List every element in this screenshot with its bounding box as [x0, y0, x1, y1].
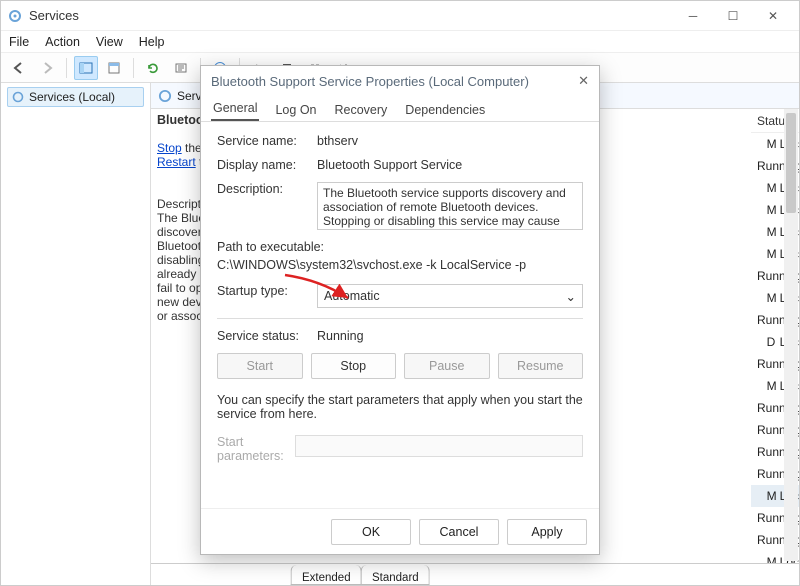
menu-action[interactable]: Action — [45, 35, 80, 49]
restart-link[interactable]: Restart — [157, 155, 196, 169]
tab-dependencies[interactable]: Dependencies — [403, 99, 487, 121]
dialog-title: Bluetooth Support Service Properties (Lo… — [211, 74, 529, 89]
separator — [66, 58, 67, 78]
gear-icon — [7, 8, 23, 24]
startup-type-label: Startup type: — [217, 284, 317, 308]
vertical-scrollbar[interactable] — [784, 109, 798, 561]
maximize-button[interactable]: ☐ — [713, 2, 753, 30]
tab-standard[interactable]: Standard — [361, 565, 430, 585]
display-name-label: Display name: — [217, 158, 317, 172]
menu-help[interactable]: Help — [139, 35, 165, 49]
menu-view[interactable]: View — [96, 35, 123, 49]
stop-button[interactable]: Stop — [311, 353, 397, 379]
properties-dialog: Bluetooth Support Service Properties (Lo… — [200, 65, 600, 555]
window-title: Services — [29, 8, 673, 23]
tab-recovery[interactable]: Recovery — [333, 99, 390, 121]
menu-file[interactable]: File — [9, 35, 29, 49]
service-name-value: bthserv — [317, 134, 583, 148]
start-params-input — [295, 435, 583, 457]
display-name-value: Bluetooth Support Service — [317, 158, 583, 172]
cancel-button[interactable]: Cancel — [419, 519, 499, 545]
service-status-label: Service status: — [217, 329, 317, 343]
view-tabs: Extended Standard — [151, 563, 799, 585]
back-button[interactable] — [7, 56, 31, 80]
startup-type-value: Automatic — [324, 289, 380, 303]
gear-icon — [11, 90, 25, 104]
col-startup[interactable]: Startup Type — [798, 109, 799, 135]
dialog-tabs: General Log On Recovery Dependencies — [201, 96, 599, 122]
description-label: Description: — [217, 182, 317, 230]
minimize-button[interactable]: ─ — [673, 2, 713, 30]
path-value: C:\WINDOWS\system32\svchost.exe -k Local… — [217, 258, 583, 272]
pause-button[interactable]: Pause — [404, 353, 490, 379]
tree-pane: Services (Local) — [1, 83, 151, 585]
start-params-hint: You can specify the start parameters tha… — [217, 393, 583, 421]
ok-button[interactable]: OK — [331, 519, 411, 545]
separator — [133, 58, 134, 78]
tree-label: Services (Local) — [29, 90, 115, 104]
gear-icon — [157, 88, 173, 104]
resume-button[interactable]: Resume — [498, 353, 584, 379]
close-button[interactable]: ✕ — [753, 2, 793, 30]
dialog-titlebar: Bluetooth Support Service Properties (Lo… — [201, 66, 599, 96]
refresh-button[interactable] — [141, 56, 165, 80]
tab-logon[interactable]: Log On — [273, 99, 318, 121]
scrollbar-thumb[interactable] — [786, 113, 796, 213]
service-status-value: Running — [317, 329, 583, 343]
dialog-footer: OK Cancel Apply — [201, 508, 599, 554]
tree-services-local[interactable]: Services (Local) — [7, 87, 144, 107]
dialog-body: Service name: bthserv Display name: Blue… — [201, 122, 599, 508]
export-button[interactable] — [169, 56, 193, 80]
menubar: File Action View Help — [1, 31, 799, 53]
startup-type-select[interactable]: Automatic ⌄ — [317, 284, 583, 308]
start-button[interactable]: Start — [217, 353, 303, 379]
tab-extended[interactable]: Extended — [291, 565, 362, 585]
path-label: Path to executable: — [217, 240, 583, 254]
chevron-down-icon: ⌄ — [566, 289, 576, 304]
forward-button[interactable] — [35, 56, 59, 80]
divider — [217, 318, 583, 319]
properties-button[interactable] — [102, 56, 126, 80]
service-name-label: Service name: — [217, 134, 317, 148]
tab-general[interactable]: General — [211, 97, 259, 121]
dialog-close-button[interactable]: ✕ — [578, 73, 589, 89]
stop-link[interactable]: Stop — [157, 141, 182, 155]
titlebar: Services ─ ☐ ✕ — [1, 1, 799, 31]
start-params-label: Start parameters: — [217, 435, 295, 463]
description-box[interactable]: The Bluetooth service supports discovery… — [317, 182, 583, 230]
apply-button[interactable]: Apply — [507, 519, 587, 545]
show-hide-tree-button[interactable] — [74, 56, 98, 80]
